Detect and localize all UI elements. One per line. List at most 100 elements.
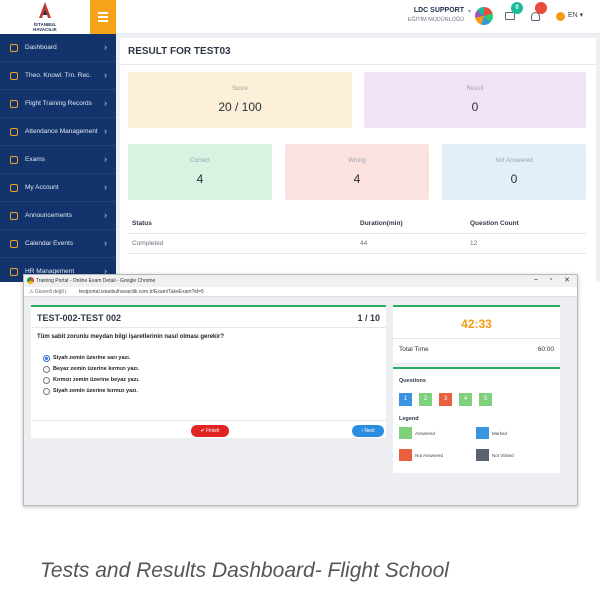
score-card: Score 20 / 100 [128, 72, 352, 128]
legend-swatch-not-answered [399, 449, 412, 461]
answer-option-label: Siyah zemin üzerine kırmızı yazı. [53, 388, 138, 394]
answer-option-label: Siyah zemin üzerine sarı yazı. [53, 355, 131, 361]
legend-label: Marked [492, 431, 508, 436]
sidebar-item-theo-knowl[interactable]: Theo. Knowl. Trn. Rec. › [0, 62, 116, 90]
total-time-label: Total Time [399, 346, 429, 353]
address-bar[interactable]: ⚠ Güvenli değil | testportal.istanbulhav… [24, 287, 577, 297]
correct-card: Correct 4 [128, 144, 272, 200]
sidebar-item-exams[interactable]: Exams › [0, 146, 116, 174]
question-nav-button[interactable]: 3 [439, 393, 452, 406]
card-value: 4 [196, 172, 204, 186]
sidebar-item-label: Dashboard [25, 44, 57, 51]
sidebar-item-announcements[interactable]: Announcements › [0, 202, 116, 230]
results-dashboard: İSTANBUL HAVACILIK LDC SUPPORT EĞİTİM MÜ… [0, 0, 600, 282]
table-cell: 44 [360, 240, 368, 247]
chevron-right-icon: › [104, 70, 107, 80]
question-nav-button[interactable]: 4 [459, 393, 472, 406]
table-header-duration: Duration(min) [360, 220, 403, 227]
list-icon [10, 128, 18, 136]
logo-text: İSTANBUL HAVACILIK [33, 22, 57, 32]
sidebar-item-my-account[interactable]: My Account › [0, 174, 116, 202]
card-label: Result [466, 86, 484, 92]
card-label: Wrong [348, 158, 366, 164]
close-icon[interactable]: ✕ [560, 276, 574, 284]
card-label: Not Answered [495, 158, 533, 164]
megaphone-icon [10, 212, 18, 220]
top-header: İSTANBUL HAVACILIK LDC SUPPORT EĞİTİM MÜ… [0, 0, 600, 34]
question-nav-button[interactable]: 1 [399, 393, 412, 406]
window-title: Training Portal - Online Exam Detail - G… [36, 278, 156, 284]
card-label: Correct [190, 158, 210, 164]
answer-option-label: Kırmızı zemin üzerine beyaz yazı. [53, 377, 140, 383]
sidebar-item-label: Calendar Events [25, 240, 74, 247]
menu-icon [98, 12, 108, 14]
notification-badge [535, 2, 547, 14]
user-role: EĞİTİM MÜDÜRLÜĞÜ [407, 17, 464, 23]
sidebar-item-dashboard[interactable]: Dashboard › [0, 34, 116, 62]
sidebar-item-label: My Account [25, 184, 59, 191]
url-text[interactable]: testportal.istanbulhavacilik.com.tr/Exam… [79, 289, 204, 295]
next-button[interactable]: › Next [352, 425, 384, 437]
logo[interactable]: İSTANBUL HAVACILIK [0, 0, 90, 34]
card-label: Score [232, 86, 248, 92]
result-card: Result 0 [364, 72, 586, 128]
question-navigator: Questions 1 2 3 4 5 Legend Answered Mark… [393, 367, 560, 473]
questions-title: Questions [399, 378, 426, 384]
sidebar-item-label: Attendance Management [25, 128, 98, 135]
question-nav-button[interactable]: 5 [479, 393, 492, 406]
legend-label: Not Visited [492, 453, 514, 458]
chevron-right-icon: › [104, 210, 107, 220]
test-title: TEST-002-TEST 002 [37, 313, 122, 323]
card-value: 4 [353, 172, 361, 186]
calendar-icon [10, 72, 18, 80]
maximize-icon[interactable]: ▫ [544, 276, 558, 283]
exam-browser-window: Training Portal - Online Exam Detail - G… [23, 274, 578, 506]
users-icon [10, 268, 18, 276]
globe-icon[interactable] [556, 12, 565, 21]
finish-button[interactable]: ✔ Finish [191, 425, 229, 437]
legend-swatch-marked [476, 427, 489, 439]
sidebar-item-flight-training[interactable]: Flight Training Records › [0, 90, 116, 118]
table-header-status: Status [132, 220, 152, 227]
chevron-right-icon: › [104, 182, 107, 192]
window-title-bar: Training Portal - Online Exam Detail - G… [24, 275, 577, 287]
chevron-right-icon: › [104, 126, 107, 136]
not-secure-label: Güvenli değil [34, 289, 64, 295]
language-selector[interactable]: EN ▾ [568, 11, 583, 19]
result-content: RESULT FOR TEST03 Score 20 / 100 Result … [120, 38, 596, 282]
question-counter: 1 / 10 [357, 313, 380, 323]
logo-icon [39, 2, 51, 18]
chrome-icon [27, 277, 34, 284]
radio-icon[interactable] [43, 366, 50, 373]
hamburger-menu-button[interactable] [90, 0, 116, 34]
minimize-icon[interactable]: – [529, 276, 543, 283]
radio-icon[interactable] [43, 377, 50, 384]
page-root: İSTANBUL HAVACILIK LDC SUPPORT EĞİTİM MÜ… [0, 0, 600, 600]
chevron-right-icon: › [104, 154, 107, 164]
radio-selected-icon[interactable] [43, 355, 50, 362]
answer-option-label: Beyaz zemin üzerine kırmızı yazı. [53, 366, 140, 372]
sidebar-item-label: Theo. Knowl. Trn. Rec. [25, 72, 92, 79]
user-name[interactable]: LDC SUPPORT [404, 7, 464, 14]
question-nav-button[interactable]: 2 [419, 393, 432, 406]
legend-label: Not Answered [415, 453, 444, 458]
legend-title: Legend [399, 416, 419, 422]
table-cell: Completed [132, 240, 164, 247]
sidebar-item-calendar-events[interactable]: Calendar Events › [0, 230, 116, 258]
legend-label: Answered [415, 431, 436, 436]
card-value: 0 [471, 100, 479, 114]
card-value: 20 / 100 [218, 100, 262, 114]
question-panel: TEST-002-TEST 002 1 / 10 Tüm sabit zorun… [31, 305, 386, 438]
exam-icon [10, 156, 18, 164]
table-header-question-count: Question Count [470, 220, 519, 227]
user-avatar[interactable] [475, 7, 493, 25]
not-answered-card: Not Answered 0 [442, 144, 586, 200]
wrong-card: Wrong 4 [285, 144, 429, 200]
sidebar-item-attendance[interactable]: Attendance Management › [0, 118, 116, 146]
page-title: RESULT FOR TEST03 [128, 46, 231, 57]
radio-icon[interactable] [43, 388, 50, 395]
user-menu-caret-icon[interactable]: ▾ [468, 8, 471, 15]
chevron-right-icon: › [104, 98, 107, 108]
table-cell: 12 [470, 240, 478, 247]
not-secure-warning: ⚠ Güvenli değil | [29, 289, 67, 295]
